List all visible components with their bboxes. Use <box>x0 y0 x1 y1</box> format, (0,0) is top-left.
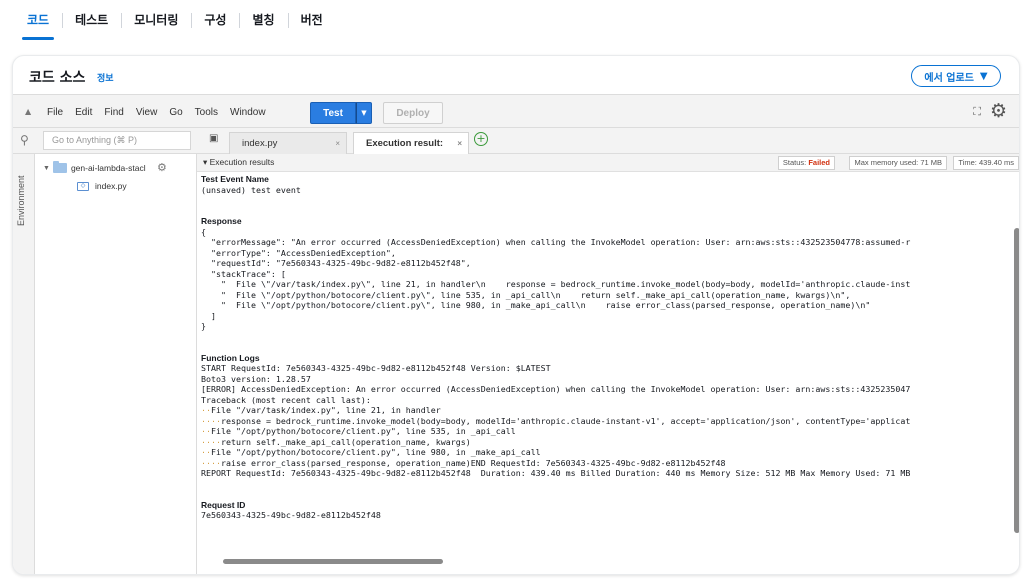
log-line: Traceback (most recent call last): <box>201 394 371 405</box>
tab-aliases[interactable]: 별칭 <box>239 0 287 40</box>
file-icon: ◇ <box>77 181 89 191</box>
card-header: 코드 소스 정보 에서 업로드 ▼ <box>13 56 1019 94</box>
log-line: ····response = bedrock_runtime.invoke_mo… <box>201 415 911 426</box>
horizontal-scrollbar-thumb[interactable] <box>223 559 443 564</box>
log-line: ··File "/opt/python/botocore/client.py",… <box>201 447 541 457</box>
editor-tab-label: Execution result: <box>366 138 444 149</box>
tab-code[interactable]: 코드 <box>14 0 62 40</box>
execution-results-panel: ▾ Execution results Status: Failed Max m… <box>197 154 1019 574</box>
status-badge: Status: Failed <box>777 156 835 170</box>
log-line: [ERROR] AccessDeniedException: An error … <box>201 384 911 394</box>
editor-tab-index[interactable]: index.py × <box>229 132 347 154</box>
test-event-heading: Test Event Name <box>201 174 269 184</box>
caret-down-icon: ▼ <box>979 70 988 82</box>
panel-layout-icon[interactable]: ▣ <box>209 133 218 144</box>
response-line: " File \"/var/task/index.py\", line 21, … <box>201 279 911 289</box>
chevron-down-icon: ▼ <box>43 164 50 172</box>
vertical-scrollbar[interactable] <box>1013 174 1019 533</box>
test-dropdown-icon[interactable]: ▼ <box>356 102 372 124</box>
request-id-heading: Request ID <box>201 499 246 510</box>
response-heading: Response <box>201 216 242 226</box>
tab-test[interactable]: 테스트 <box>62 0 121 40</box>
file-name: index.py <box>95 181 127 191</box>
close-icon[interactable]: × <box>457 139 462 148</box>
gear-icon[interactable]: ⚙ <box>990 101 1007 121</box>
response-line: "stackTrace": [ <box>201 268 286 279</box>
menu-go[interactable]: Go <box>169 107 182 118</box>
deploy-button[interactable]: Deploy <box>383 102 443 124</box>
menu-view[interactable]: View <box>136 107 158 118</box>
close-icon[interactable]: × <box>335 139 340 148</box>
function-logs-heading: Function Logs <box>201 352 260 363</box>
collapse-triangle-icon[interactable]: ▲ <box>25 107 31 116</box>
results-header: ▾ Execution results Status: Failed Max m… <box>197 154 1019 172</box>
log-line: START RequestId: 7e560343-4325-49bc-9d82… <box>201 363 551 373</box>
editor-tab-execution-results[interactable]: Execution result: × <box>353 132 469 154</box>
folder-name: gen-ai-lambda-stacl <box>70 163 146 173</box>
test-button[interactable]: Test <box>310 102 356 124</box>
tree-file[interactable]: ◇ index.py <box>77 178 127 194</box>
log-line: ····return self._make_api_call(operation… <box>201 436 471 447</box>
log-line: ··File "/var/task/index.py", line 21, in… <box>201 405 441 415</box>
tree-folder[interactable]: ▼ gen-ai-lambda-stacl <box>43 160 146 176</box>
folder-icon <box>52 161 67 173</box>
status-label: Status: <box>782 158 807 167</box>
memory-badge: Max memory used: 71 MB <box>849 156 947 170</box>
results-title[interactable]: ▾ Execution results <box>203 157 274 168</box>
tab-configuration[interactable]: 구성 <box>191 0 239 40</box>
log-line: REPORT RequestId: 7e560343-4325-49bc-9d8… <box>201 468 911 478</box>
menu-items: File Edit Find View Go Tools Window <box>47 95 266 129</box>
info-link[interactable]: 정보 <box>97 71 114 84</box>
response-line: "requestId": "7e560343-4325-49bc-9d82-e8… <box>201 258 471 268</box>
search-icon: ⚲ <box>20 133 29 147</box>
test-event-value: (unsaved) test event <box>201 184 301 195</box>
tab-versions[interactable]: 버전 <box>287 0 336 40</box>
card-title: 코드 소스 <box>29 70 86 86</box>
menu-file[interactable]: File <box>47 107 63 118</box>
file-tree: ▼ gen-ai-lambda-stacl ⚙ ◇ index.py <box>35 154 197 574</box>
response-line: "errorType": "AccessDeniedException", <box>201 247 396 258</box>
menu-window[interactable]: Window <box>230 107 266 118</box>
response-line: { <box>201 226 206 237</box>
editor-tab-label: index.py <box>242 138 278 149</box>
results-title-text: Execution results <box>209 157 275 167</box>
response-line: " File \"/opt/python/botocore/client.py\… <box>201 289 851 300</box>
log-line: Boto3 version: 1.28.57 <box>201 373 311 384</box>
tab-monitoring[interactable]: 모니터링 <box>121 0 191 40</box>
status-value: Failed <box>808 158 830 167</box>
response-line: ] <box>201 310 216 321</box>
vertical-scrollbar-thumb[interactable] <box>1014 228 1019 533</box>
time-badge: Time: 439.40 ms <box>953 156 1019 170</box>
goto-anything-input[interactable]: Go to Anything (⌘ P) <box>43 131 191 150</box>
top-tabs: 코드 테스트 모니터링 구성 별칭 버전 <box>14 0 336 40</box>
request-id-value: 7e560343-4325-49bc-9d82-e8112b452f48 <box>201 510 381 520</box>
menu-find[interactable]: Find <box>104 107 123 118</box>
environment-label[interactable]: Environment <box>16 156 26 226</box>
upload-from-button[interactable]: 에서 업로드 ▼ <box>911 65 1001 87</box>
code-source-card: 코드 소스 정보 에서 업로드 ▼ ▲ File Edit Find View … <box>12 55 1020 575</box>
response-line: " File \"/opt/python/botocore/client.py\… <box>201 300 871 310</box>
goto-search-row: ⚲ Go to Anything (⌘ P) <box>13 128 197 154</box>
results-body[interactable]: Test Event Name (unsaved) test event Res… <box>201 174 1009 562</box>
upload-from-label: 에서 업로드 <box>924 72 974 84</box>
menu-edit[interactable]: Edit <box>75 107 92 118</box>
response-line: "errorMessage": "An error occurred (Acce… <box>201 237 911 247</box>
editor-tabbar: ▣ index.py × Execution result: × + <box>197 128 1019 154</box>
menu-tools[interactable]: Tools <box>195 107 218 118</box>
fullscreen-icon[interactable]: ⛶ <box>973 105 981 119</box>
log-line: ····raise error_class(parsed_response, o… <box>201 457 726 468</box>
ide-menubar: ▲ File Edit Find View Go Tools Window Te… <box>13 94 1019 128</box>
test-button-group: Test ▼ <box>310 102 372 124</box>
log-line: ··File "/opt/python/botocore/client.py",… <box>201 426 516 436</box>
add-tab-icon[interactable]: + <box>474 132 488 146</box>
response-line: } <box>201 321 206 331</box>
tree-gear-icon[interactable]: ⚙ <box>157 161 167 174</box>
